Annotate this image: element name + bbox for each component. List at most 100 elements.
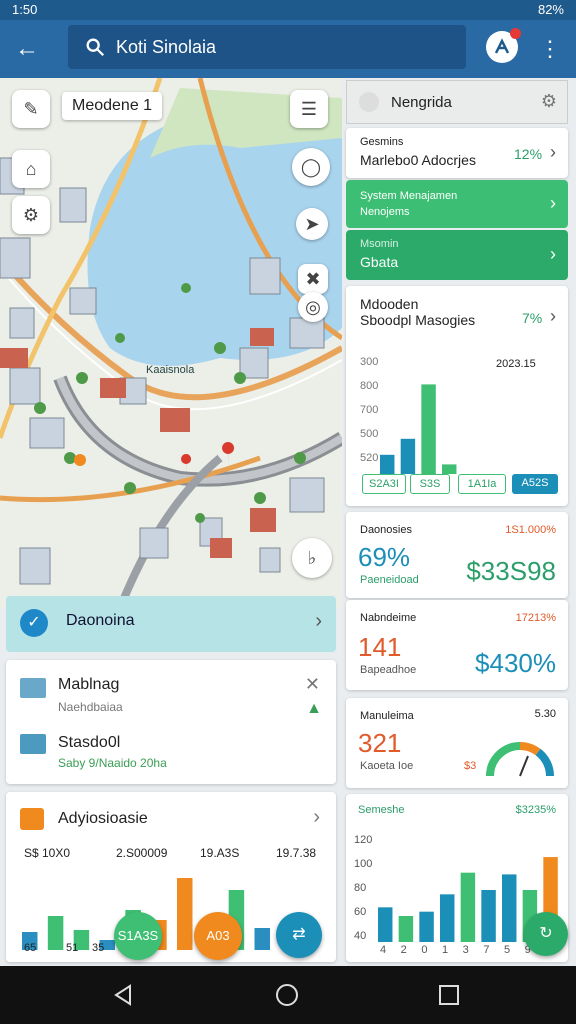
settings-icon[interactable]: ⚙ (12, 196, 50, 234)
row3-title: Msomin (360, 238, 399, 250)
stat1-value: 69% (358, 542, 411, 572)
bell-icon[interactable]: ♭ (292, 538, 332, 578)
stat2-title: Nabndeime (360, 612, 417, 624)
bottom-bar (378, 907, 393, 942)
edit-icon[interactable]: ✎ (12, 90, 50, 128)
stat2-label: Bapeadhoe (360, 664, 417, 676)
row1-subtitle: Marlebo0 Adocrjes (360, 152, 476, 168)
activity-button-2[interactable]: A03 (194, 912, 242, 960)
chevron-right-icon: › (315, 610, 322, 632)
share-icon[interactable]: ↻ (524, 912, 568, 956)
place-thumbnail (20, 678, 46, 698)
app-bar: ← Koti Sinolaia ⋮ (0, 20, 576, 78)
mid-bar (421, 384, 436, 474)
bottom-bar (398, 916, 414, 942)
nav-back-icon[interactable] (108, 980, 138, 1010)
bottom-x-tick: 3 (462, 944, 469, 956)
map-location-label[interactable]: Meodene 1 (62, 92, 163, 120)
bottom-bar (440, 894, 455, 942)
tab-label: Nengrida (391, 94, 452, 111)
place2-subtitle: Saby 9/Naaido 20ha (58, 756, 167, 770)
bottom-x-tick: 4 (380, 944, 387, 956)
status-bar: 1:50 82% (0, 0, 576, 20)
gauge-card[interactable]: Manuleima 321 Kaoeta Ioe 5.30 $3 (346, 698, 568, 788)
more-vert-icon[interactable]: ⋮ (538, 34, 562, 64)
layers-icon[interactable]: ☰ (290, 90, 328, 128)
nav-recents-icon[interactable] (434, 980, 464, 1010)
chart-tag-1[interactable]: S2A3I (362, 474, 406, 494)
bottom-x-tick: 1 (442, 944, 449, 956)
building-icon[interactable]: ⌂ (12, 150, 50, 188)
bottom-x-tick: 2 (400, 944, 407, 956)
system-nav-bar (0, 966, 576, 1024)
gauge-title: Manuleima (360, 710, 414, 722)
stat-card-1[interactable]: Daonosies 1S1.000% 69% Paeneidoad $33S98 (346, 512, 568, 598)
chart-tag-2[interactable]: S3S (410, 474, 450, 494)
bottom-y-5: 40 (354, 930, 367, 942)
navigation-icon[interactable]: ➤ (296, 208, 328, 240)
chart-card-peak: 2023.15 (496, 358, 536, 370)
panel-tab[interactable]: Nengrida ⚙ (346, 80, 568, 124)
chevron-right-icon: › (550, 142, 556, 162)
status-banner[interactable]: ✓ Daonoina › (6, 596, 336, 652)
activity-stat-2: 2.S00009 (116, 846, 168, 860)
chevron-right-icon[interactable]: › (313, 806, 320, 829)
chevron-right-icon: › (550, 306, 556, 326)
status-battery: 82% (537, 2, 564, 17)
row-gbata[interactable]: Msomin Gbata › (346, 230, 568, 280)
locate-icon[interactable]: ◯ (292, 148, 330, 186)
places-card[interactable]: Mablnag Naehdbaiaa ✕ ▲ Stasdo0l Saby 9/N… (6, 660, 336, 784)
stat-card-2[interactable]: Nabndeime 17213% 141 Bapeadhoe $430% (346, 600, 568, 690)
app-logo-icon[interactable] (486, 28, 521, 63)
chart-tag-4[interactable]: A52S (512, 474, 558, 494)
bottom-y-2: 100 (354, 858, 373, 870)
row1-value: 12% (514, 146, 543, 162)
row-system[interactable]: System Menajamen Nenojems › (346, 180, 568, 228)
activity-bar (177, 878, 193, 950)
chart-card-subtitle: Sboodpl Masogies (360, 312, 476, 328)
bottom-chart-right: $3235% (515, 804, 556, 816)
chevron-right-icon: › (550, 244, 556, 264)
activity-icon (20, 808, 44, 830)
activity-bar (254, 928, 270, 950)
bottom-x-tick: 7 (483, 944, 490, 956)
status-time: 1:50 (12, 2, 38, 17)
stat2-value: 141 (358, 632, 402, 662)
search-input[interactable]: Koti Sinolaia (116, 37, 216, 58)
nav-home-icon[interactable] (272, 980, 302, 1010)
mid-bar (442, 464, 457, 474)
activity-button-1[interactable]: S1A3S (114, 912, 162, 960)
bottom-bar (419, 911, 434, 942)
place2-thumbnail (20, 734, 46, 754)
activity-stat-3: 19.A3S (200, 846, 240, 860)
zoom-icon[interactable]: ⇄ (276, 912, 322, 958)
stat1-title: Daonosies (360, 524, 412, 536)
row-adopies[interactable]: Gesmins Marlebo0 Adocrjes 12% › (346, 128, 568, 178)
notification-dot (510, 28, 521, 39)
target-icon[interactable]: ◎ (298, 292, 328, 322)
search-bar[interactable]: Koti Sinolaia (68, 25, 466, 69)
row2-subtitle: Nenojems (360, 206, 410, 218)
chart-tag-3[interactable]: 1A1Ia (458, 474, 506, 494)
chart-card[interactable]: Mdooden Sboodpl Masogies 7% › 2023.15 30… (346, 286, 568, 506)
place-subtitle: Naehdbaiaa (58, 700, 123, 714)
gauge-chart (486, 742, 554, 777)
gear-icon[interactable]: ⚙ (541, 91, 557, 112)
activity-bar (47, 916, 64, 950)
chevron-right-icon: › (550, 193, 556, 213)
activity-stat-4: 19.7.38 (276, 846, 317, 860)
map-canvas[interactable] (0, 78, 342, 608)
bottom-y-4: 60 (354, 906, 367, 918)
chart-card-title: Mdooden (360, 296, 419, 312)
compass-icon[interactable]: ✖ (298, 264, 328, 294)
mid-chart (380, 384, 457, 474)
warning-icon: ▲ (306, 700, 322, 717)
place2-title: Stasdo0l (58, 734, 121, 751)
back-arrow-icon[interactable]: ← (10, 32, 44, 66)
stat2-money: $430% (475, 648, 556, 678)
map-view[interactable]: ✎ Meodene 1 ⌂ ⚙ ☰ ◯ ➤ ✖ ◎ ♭ Kaaisnola (0, 78, 342, 608)
bottom-bar (481, 890, 496, 942)
close-icon[interactable]: ✕ (305, 674, 320, 695)
row2-title: System Menajamen (360, 190, 458, 202)
mid-bar (380, 454, 395, 474)
